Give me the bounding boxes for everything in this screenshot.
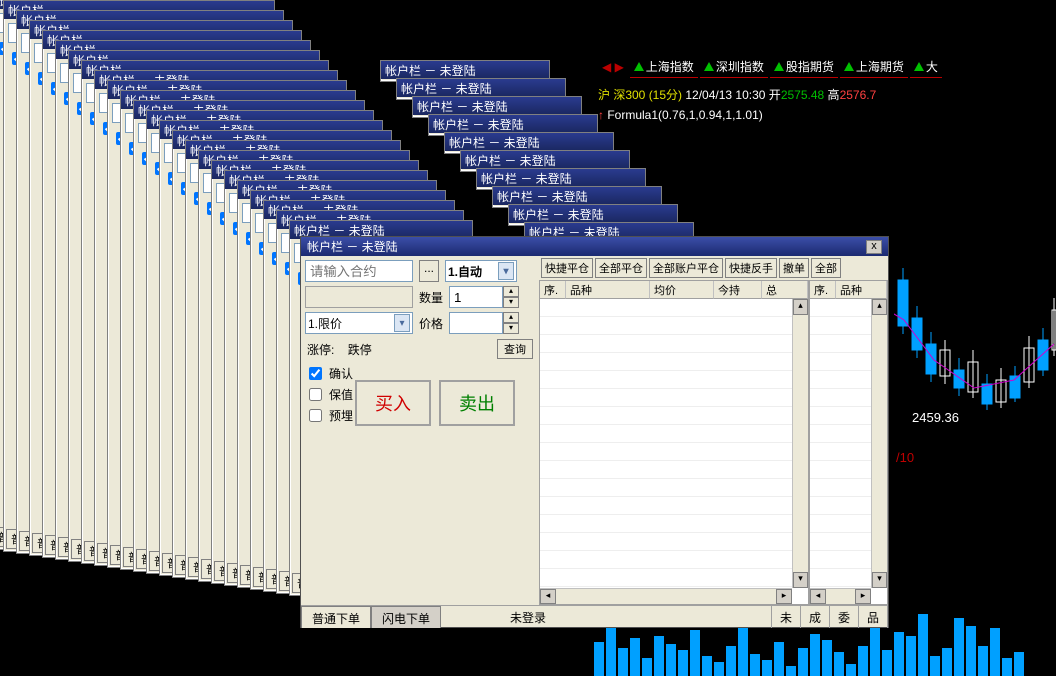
spin-down-icon[interactable]: ▾: [503, 323, 519, 334]
scroll-down-icon[interactable]: ▾: [872, 572, 887, 588]
chart-x-label: /10: [896, 450, 914, 465]
bottom-tab-bar: 普通下单 闪电下单 未登录 未 成 委 品: [301, 605, 888, 628]
col-total[interactable]: 总: [762, 281, 808, 299]
scroll-right-icon[interactable]: ▸: [776, 589, 792, 604]
triangle-icon: [844, 62, 854, 71]
close-button[interactable]: x: [866, 240, 882, 254]
scroll-left-icon[interactable]: ◂: [540, 589, 556, 604]
all-button[interactable]: 全部: [811, 258, 841, 278]
market-tab-sz[interactable]: 深圳指数: [700, 56, 768, 78]
lookup-button[interactable]: ...: [419, 260, 439, 282]
col-today[interactable]: 今持: [714, 281, 762, 299]
scroll-right-icon[interactable]: ▸: [855, 589, 871, 604]
triangle-icon: [634, 62, 644, 71]
vertical-scrollbar[interactable]: ▴ ▾: [871, 299, 887, 588]
quick-close-button[interactable]: 快捷平仓: [541, 258, 593, 278]
close-all-button[interactable]: 全部平仓: [595, 258, 647, 278]
status-tab-product[interactable]: 品: [859, 606, 888, 628]
price-label: 价格: [419, 315, 443, 332]
price-input[interactable]: [449, 312, 503, 334]
market-tab-more[interactable]: 大: [910, 56, 942, 78]
cancel-order-button[interactable]: 撤单: [779, 258, 809, 278]
sell-button[interactable]: 卖出: [439, 380, 515, 426]
chart-price-label: 2459.36: [912, 410, 959, 425]
quick-reverse-button[interactable]: 快捷反手: [725, 258, 777, 278]
scroll-up-icon[interactable]: ▴: [793, 299, 808, 315]
col-seq[interactable]: 序.: [540, 281, 566, 299]
contract-input[interactable]: [305, 260, 413, 282]
horizontal-scrollbar[interactable]: ◂ ▸: [540, 588, 792, 604]
position-area: 快捷平仓 全部平仓 全部账户平仓 快捷反手 撤单 全部 序. 品种 均价 今持 …: [539, 256, 888, 605]
spin-up-icon[interactable]: ▴: [503, 286, 519, 297]
query-button[interactable]: 查询: [497, 339, 533, 359]
panel-title: 帐户栏 － 未登陆: [307, 238, 398, 255]
market-tab-bar: ◀ ▶ 上海指数 深圳指数 股指期货 上海期货 大: [598, 56, 1056, 78]
chart-info-line-1: 沪 深300 (15分) 12/04/13 10:30 开2575.48 高25…: [598, 86, 876, 103]
up-stop-label: 涨停: 跌停: [307, 341, 372, 358]
chart-info-line-2: ↑ Formula1(0.76,1,0.94,1,1.01): [598, 108, 763, 122]
market-tab-sh[interactable]: 上海指数: [630, 56, 698, 78]
table-body: [540, 299, 792, 588]
scroll-down-icon[interactable]: ▾: [793, 572, 808, 588]
triangle-icon: [914, 62, 924, 71]
chevron-down-icon: ▾: [394, 314, 410, 332]
account-panel: 帐户栏 － 未登陆 x ... 1.自动 ▾ 数量 ▴ ▾: [300, 236, 889, 628]
spin-down-icon[interactable]: ▾: [503, 297, 519, 308]
status-tab-filled[interactable]: 成: [801, 606, 830, 628]
status-tab-pending[interactable]: 未: [772, 606, 801, 628]
triangle-icon: [774, 62, 784, 71]
tab-scroll-left-icon[interactable]: ◀ ▶: [598, 60, 628, 74]
qty-input[interactable]: [449, 286, 503, 308]
horizontal-scrollbar[interactable]: ◂ ▸: [810, 588, 871, 604]
status-not-logged-in: 未登录: [502, 606, 772, 628]
col-instrument[interactable]: 品种: [566, 281, 650, 299]
vertical-scrollbar[interactable]: ▴ ▾: [792, 299, 808, 588]
market-tab-indexfut[interactable]: 股指期货: [770, 56, 838, 78]
action-button-row: 快捷平仓 全部平仓 全部账户平仓 快捷反手 撤单 全部: [539, 256, 888, 280]
scroll-left-icon[interactable]: ◂: [810, 589, 826, 604]
price-type-combo[interactable]: 1.限价 ▾: [305, 312, 413, 334]
auto-combo[interactable]: 1.自动 ▾: [445, 260, 517, 282]
tab-flash-order[interactable]: 闪电下单: [371, 606, 441, 628]
col-avg-price[interactable]: 均价: [650, 281, 714, 299]
buy-button[interactable]: 买入: [355, 380, 431, 426]
order-entry-area: ... 1.自动 ▾ 数量 ▴ ▾ 1.限价: [301, 256, 539, 605]
col-instrument[interactable]: 品种: [836, 281, 887, 299]
scroll-up-icon[interactable]: ▴: [872, 299, 887, 315]
close-all-acct-button[interactable]: 全部账户平仓: [649, 258, 723, 278]
spin-up-icon[interactable]: ▴: [503, 312, 519, 323]
chevron-down-icon: ▾: [498, 262, 514, 280]
readonly-box: [305, 286, 413, 308]
market-tab-shfut[interactable]: 上海期货: [840, 56, 908, 78]
position-table[interactable]: 序. 品种 均价 今持 总 ▴ ▾ ◂ ▸: [539, 280, 809, 605]
tab-normal-order[interactable]: 普通下单: [301, 606, 371, 628]
order-table[interactable]: 序. 品种 ▴ ▾ ◂ ▸: [809, 280, 888, 605]
panel-titlebar[interactable]: 帐户栏 － 未登陆 x: [301, 237, 888, 256]
status-tab-order[interactable]: 委: [830, 606, 859, 628]
table-body: [810, 299, 871, 588]
triangle-icon: [704, 62, 714, 71]
col-seq[interactable]: 序.: [810, 281, 836, 299]
qty-label: 数量: [419, 289, 443, 306]
